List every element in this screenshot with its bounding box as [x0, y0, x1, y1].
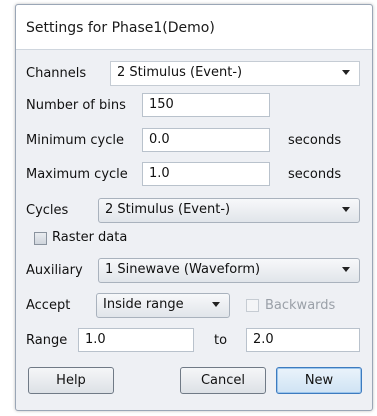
- backwards-checkbox[interactable]: [246, 299, 259, 312]
- chevron-down-icon: [212, 302, 220, 307]
- chevron-down-icon: [342, 267, 350, 272]
- maximum-cycle-field[interactable]: 1.0: [142, 162, 270, 186]
- maximum-cycle-label: Maximum cycle: [26, 167, 128, 182]
- channels-value: 2 Stimulus (Event-): [117, 65, 243, 80]
- cycles-value: 2 Stimulus (Event-): [105, 202, 231, 217]
- number-of-bins-field[interactable]: 150: [142, 93, 270, 117]
- range-to-label: to: [214, 333, 228, 348]
- cycles-dropdown[interactable]: 2 Stimulus (Event-): [98, 198, 360, 223]
- help-button[interactable]: Help: [28, 367, 114, 394]
- chevron-down-icon: [342, 70, 350, 75]
- channels-label: Channels: [26, 66, 87, 81]
- accept-value: Inside range: [103, 297, 184, 312]
- chevron-down-icon: [342, 207, 350, 212]
- raster-data-checkbox[interactable]: [34, 232, 47, 245]
- backwards-label: Backwards: [265, 298, 336, 313]
- channels-dropdown[interactable]: 2 Stimulus (Event-): [110, 61, 360, 86]
- range-from-field[interactable]: 1.0: [78, 328, 194, 352]
- accept-label: Accept: [26, 298, 71, 313]
- cycles-label: Cycles: [26, 203, 69, 218]
- range-label: Range: [26, 333, 68, 348]
- cancel-button[interactable]: Cancel: [180, 367, 266, 394]
- dialog-title: Settings for Phase1(Demo): [26, 20, 215, 36]
- raster-data-label: Raster data: [52, 230, 128, 245]
- auxiliary-dropdown[interactable]: 1 Sinewave (Waveform): [98, 258, 360, 283]
- settings-dialog: Settings for Phase1(Demo) Channels 2 Sti…: [15, 4, 373, 411]
- minimum-cycle-unit: seconds: [288, 133, 342, 148]
- maximum-cycle-unit: seconds: [288, 167, 342, 182]
- minimum-cycle-field[interactable]: 0.0: [142, 128, 270, 152]
- accept-dropdown[interactable]: Inside range: [96, 293, 230, 318]
- number-of-bins-label: Number of bins: [26, 98, 126, 113]
- minimum-cycle-label: Minimum cycle: [26, 133, 124, 148]
- range-to-field[interactable]: 2.0: [246, 328, 360, 352]
- auxiliary-value: 1 Sinewave (Waveform): [105, 262, 261, 277]
- auxiliary-label: Auxiliary: [26, 263, 83, 278]
- dialog-titlebar[interactable]: Settings for Phase1(Demo): [16, 5, 372, 50]
- new-button[interactable]: New: [276, 367, 362, 394]
